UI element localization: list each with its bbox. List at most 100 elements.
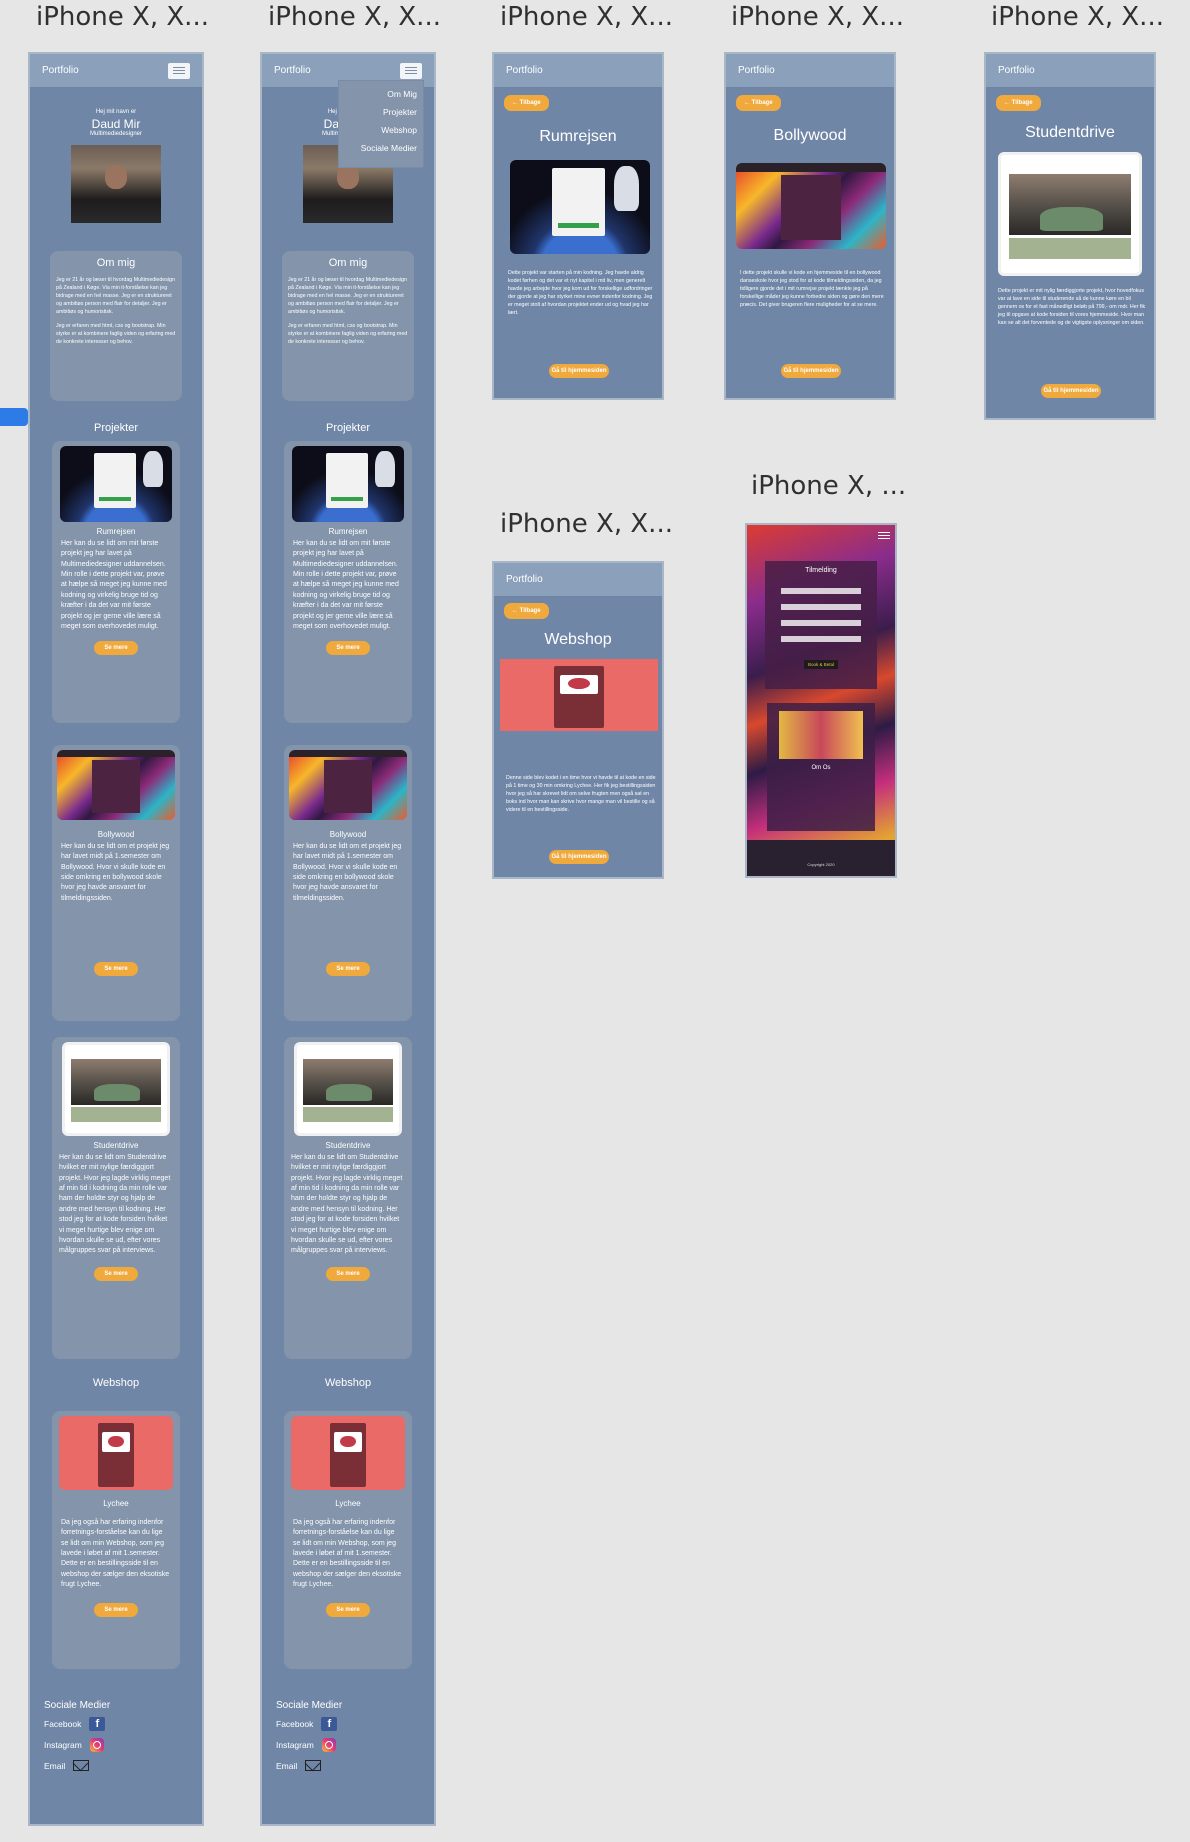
facebook-label: Facebook bbox=[44, 1718, 82, 1729]
brand-logo[interactable]: Portfolio bbox=[274, 65, 311, 76]
home-page-menu-frame: Portfolio Hej mit navn er Daud Mir Multi… bbox=[260, 52, 436, 1826]
project-name: Studentdrive bbox=[325, 1141, 371, 1150]
project-card-bollywood: Bollywood Her kan du se lidt om et proje… bbox=[284, 745, 412, 1021]
see-more-button[interactable]: Se mere bbox=[326, 1602, 370, 1617]
brand-logo[interactable]: Portfolio bbox=[506, 574, 543, 585]
nav-dropdown-menu: Om Mig Projekter Webshop Sociale Medier bbox=[338, 80, 424, 168]
see-more-button[interactable]: Se mere bbox=[94, 962, 138, 977]
envelope-icon bbox=[305, 1760, 322, 1771]
facebook-link[interactable]: Facebook f bbox=[276, 1713, 434, 1734]
see-more-button[interactable]: Se mere bbox=[94, 1602, 138, 1617]
detail-text: Dette projekt er mit nylig færdiggjorte … bbox=[998, 288, 1146, 326]
see-more-button[interactable]: Se mere bbox=[326, 641, 370, 656]
instagram-link[interactable]: Instagram bbox=[276, 1734, 434, 1755]
facebook-icon: f bbox=[89, 1716, 106, 1731]
brand-logo[interactable]: Portfolio bbox=[998, 65, 1035, 76]
instagram-link[interactable]: Instagram bbox=[44, 1734, 202, 1755]
selection-handle[interactable] bbox=[0, 408, 28, 426]
about-paragraph-1: Jeg er 21 år og læser til hvordag Multim… bbox=[56, 277, 175, 315]
webshop-screenshot bbox=[500, 659, 658, 731]
menu-item-om-mig[interactable]: Om Mig bbox=[345, 85, 417, 103]
go-to-website-button[interactable]: Gå til hjemmesiden bbox=[549, 364, 609, 378]
menu-item-sociale-medier[interactable]: Sociale Medier bbox=[345, 139, 417, 157]
project-description: Da jeg også har erfaring indenfor forret… bbox=[293, 1519, 402, 1589]
see-more-button[interactable]: Se mere bbox=[94, 641, 138, 656]
home-page-frame: Portfolio Hej mit navn er Daud Mir Multi… bbox=[28, 52, 204, 1826]
rumrejsen-screenshot bbox=[510, 160, 650, 254]
frame-label: iPhone X, X... bbox=[500, 2, 673, 32]
project-description: Her kan du se lidt om et projekt jeg har… bbox=[61, 843, 170, 902]
profile-photo bbox=[71, 145, 161, 223]
hamburger-menu-icon[interactable] bbox=[168, 62, 190, 79]
about-paragraph-2: Jeg er erfaren med html, css og bootstra… bbox=[288, 322, 408, 345]
project-card-webshop: Lychee Da jeg også har erfaring indenfor… bbox=[284, 1411, 412, 1669]
form-field[interactable] bbox=[781, 588, 861, 594]
brand-logo[interactable]: Portfolio bbox=[738, 65, 775, 76]
detail-title: Rumrejsen bbox=[539, 128, 617, 145]
about-title: Om mig bbox=[96, 257, 136, 269]
back-button[interactable]: ← Tilbage bbox=[504, 603, 549, 619]
footer: Copyright 2020 bbox=[747, 840, 895, 876]
about-title: Om mig bbox=[328, 257, 368, 269]
frame-label: iPhone X, X... bbox=[731, 2, 904, 32]
project-name: Bollywood bbox=[97, 830, 135, 839]
rumrejsen-screenshot bbox=[60, 446, 172, 522]
menu-item-webshop[interactable]: Webshop bbox=[345, 121, 417, 139]
projects-title: Projekter bbox=[93, 422, 139, 434]
project-name: Lychee bbox=[103, 1499, 129, 1508]
project-name: Lychee bbox=[335, 1499, 361, 1508]
project-description: Her kan du se lidt om Studentdrive hvilk… bbox=[291, 1154, 403, 1255]
facebook-link[interactable]: Facebook f bbox=[44, 1713, 202, 1734]
studentdrive-screenshot bbox=[294, 1042, 402, 1136]
instagram-label: Instagram bbox=[44, 1739, 82, 1750]
studentdrive-screenshot bbox=[62, 1042, 170, 1136]
signup-form: Tilmelding Book & Betal bbox=[765, 561, 877, 689]
about-paragraph-1: Jeg er 21 år og læser til hvordag Multim… bbox=[288, 277, 407, 315]
project-name: Rumrejsen bbox=[96, 527, 136, 536]
about-paragraph-2: Jeg er erfaren med html, css og bootstra… bbox=[56, 322, 176, 345]
form-field[interactable] bbox=[781, 636, 861, 642]
about-section: Om Os bbox=[767, 703, 875, 831]
about-photo bbox=[779, 711, 863, 759]
bollywood-screenshot bbox=[289, 750, 407, 820]
project-description: Her kan du se lidt om Studentdrive hvilk… bbox=[59, 1154, 171, 1255]
about-title: Om Os bbox=[811, 765, 831, 771]
go-to-website-button[interactable]: Gå til hjemmesiden bbox=[781, 364, 841, 378]
menu-item-projekter[interactable]: Projekter bbox=[345, 103, 417, 121]
hero: Hej mit navn er Daud Mir Multimediedesig… bbox=[30, 109, 202, 223]
bollywood-detail-frame: Portfolio ← Tilbage Bollywood I dette pr… bbox=[724, 52, 896, 400]
project-description: Her kan du se lidt om et projekt jeg har… bbox=[293, 843, 402, 902]
see-more-button[interactable]: Se mere bbox=[326, 962, 370, 977]
webshop-title: Webshop bbox=[324, 1377, 372, 1389]
back-button[interactable]: ← Tilbage bbox=[504, 95, 549, 111]
project-name: Rumrejsen bbox=[328, 527, 368, 536]
social-section: Sociale Medier Facebook f Instagram Email bbox=[30, 1697, 202, 1776]
back-button[interactable]: ← Tilbage bbox=[996, 95, 1041, 111]
project-card-rumrejsen: Rumrejsen Her kan du se lidt om mit førs… bbox=[52, 441, 180, 723]
projects-title: Projekter bbox=[325, 422, 371, 434]
copyright: Copyright 2020 bbox=[807, 862, 835, 867]
hamburger-menu-icon[interactable] bbox=[400, 62, 422, 79]
brand-logo[interactable]: Portfolio bbox=[42, 65, 79, 76]
hero-name: Daud Mir bbox=[91, 117, 141, 131]
social-title: Sociale Medier bbox=[276, 1699, 343, 1711]
detail-text: I dette projekt skulle vi kode en hjemme… bbox=[740, 270, 884, 308]
frame-label: iPhone X, X... bbox=[500, 509, 673, 539]
go-to-website-button[interactable]: Gå til hjemmesiden bbox=[549, 850, 609, 864]
hamburger-menu-icon[interactable] bbox=[878, 531, 890, 540]
see-more-button[interactable]: Se mere bbox=[94, 1266, 138, 1281]
bollywood-website-frame: Tilmelding Book & Betal Om Os Copyright … bbox=[745, 523, 897, 878]
book-button[interactable]: Book & Betal bbox=[804, 660, 838, 669]
email-link[interactable]: Email bbox=[44, 1755, 202, 1776]
form-field[interactable] bbox=[781, 620, 861, 626]
envelope-icon bbox=[73, 1760, 90, 1771]
form-field[interactable] bbox=[781, 604, 861, 610]
brand-logo[interactable]: Portfolio bbox=[506, 65, 543, 76]
studentdrive-detail-frame: Portfolio ← Tilbage Studentdrive Dette p… bbox=[984, 52, 1156, 420]
email-link[interactable]: Email bbox=[276, 1755, 434, 1776]
project-card-webshop: Lychee Da jeg også har erfaring indenfor… bbox=[52, 1411, 180, 1669]
back-button[interactable]: ← Tilbage bbox=[736, 95, 781, 111]
see-more-button[interactable]: Se mere bbox=[326, 1266, 370, 1281]
go-to-website-button[interactable]: Gå til hjemmesiden bbox=[1041, 384, 1101, 398]
webshop-detail-frame: Portfolio ← Tilbage Webshop Denne side b… bbox=[492, 561, 664, 879]
